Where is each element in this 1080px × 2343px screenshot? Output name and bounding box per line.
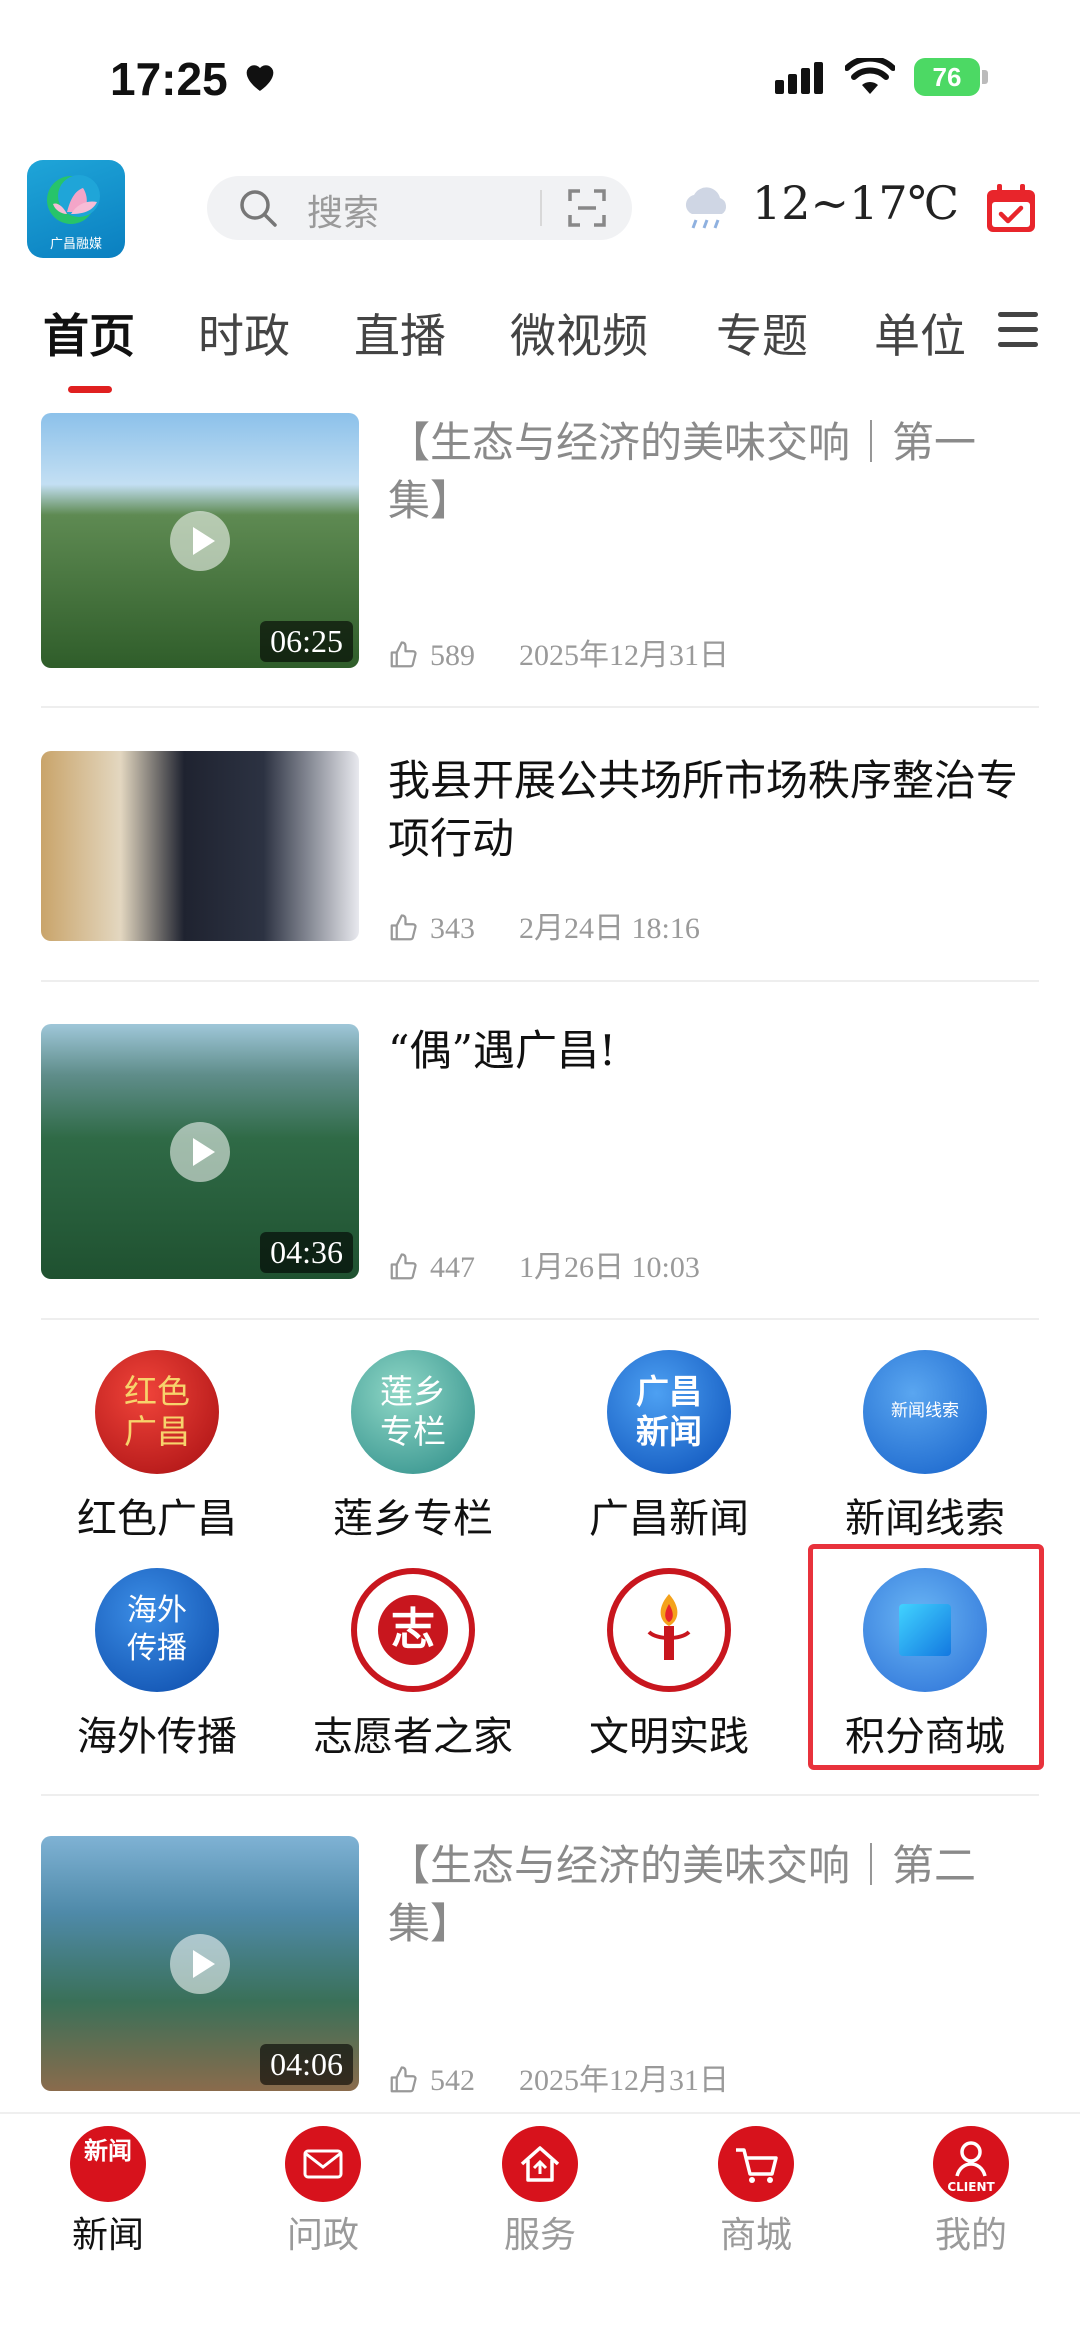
news-date: 2月24日 18:16: [519, 912, 700, 945]
person-icon: [955, 2141, 987, 2177]
news-thumbnail[interactable]: 04:36: [41, 1024, 359, 1279]
grid-label[interactable]: 文明实践: [544, 1704, 794, 1762]
rain-cloud-icon: [685, 187, 727, 229]
news-date: 2025年12月31日: [519, 639, 729, 672]
tab-micro-video[interactable]: 微视频: [510, 300, 648, 366]
divider: [41, 1318, 1039, 1320]
nav-service[interactable]: 服务: [460, 2206, 620, 2258]
play-icon: [170, 510, 230, 571]
service-icon[interactable]: [502, 2126, 578, 2202]
news-meta: 589 2025年12月31日: [388, 630, 729, 674]
news-tips-icon[interactable]: 新闻线索: [863, 1350, 987, 1474]
icon-text: 海外传播: [127, 1593, 187, 1666]
divider: [41, 1794, 1039, 1796]
torch-icon: [647, 1594, 691, 1660]
search-icon: [240, 190, 277, 227]
overseas-icon[interactable]: 海外传播: [95, 1568, 219, 1692]
news-thumbnail[interactable]: 04:06: [41, 1836, 359, 2091]
calendar-checkin-icon[interactable]: [985, 182, 1037, 234]
house-icon: [520, 2146, 560, 2182]
battery-cap: [982, 70, 988, 84]
video-duration: 04:06: [260, 2044, 353, 2085]
wifi-icon: [845, 58, 895, 94]
logo-text: 广昌融媒: [49, 237, 102, 252]
news-thumbnail[interactable]: 06:25: [41, 413, 359, 668]
grid-label[interactable]: 红色广昌: [32, 1486, 282, 1544]
battery-icon: 76: [914, 58, 980, 96]
news-date: 1月26日 10:03: [519, 1251, 700, 1284]
play-icon: [170, 1121, 230, 1182]
tab-units[interactable]: 单位: [874, 300, 966, 366]
status-time: 17:25: [110, 53, 228, 105]
like-count: 589: [430, 639, 475, 672]
tab-topics[interactable]: 专题: [716, 300, 808, 366]
cart-icon[interactable]: [718, 2126, 794, 2202]
grid-label[interactable]: 志愿者之家: [288, 1704, 538, 1762]
icon-text: 红色广昌: [124, 1372, 190, 1451]
news-meta: 343 2月24日 18:16: [388, 903, 700, 947]
nav-mine[interactable]: 我的: [891, 2206, 1051, 2258]
nav-mall[interactable]: 商城: [676, 2206, 836, 2258]
like-count: 542: [430, 2064, 475, 2097]
news-meta: 542 2025年12月31日: [388, 2055, 729, 2099]
guangchang-news-icon[interactable]: 广昌新闻: [607, 1350, 731, 1474]
like-count: 343: [430, 912, 475, 945]
red-guangchang-icon[interactable]: 红色广昌: [95, 1350, 219, 1474]
tab-live[interactable]: 直播: [354, 300, 446, 366]
news-meta: 447 1月26日 10:03: [388, 1242, 700, 1286]
icon-text: 新闻线索: [891, 1401, 959, 1421]
like-count: 447: [430, 1251, 475, 1284]
nav-news[interactable]: 新闻: [28, 2206, 188, 2258]
menu-icon[interactable]: [998, 312, 1038, 357]
grid-label[interactable]: 莲乡专栏: [288, 1486, 538, 1544]
envelope-icon: [303, 2149, 343, 2179]
divider: [41, 706, 1039, 708]
thumbs-up-icon[interactable]: [388, 913, 418, 943]
search-placeholder: 搜索: [307, 193, 380, 234]
temperature: 12~17℃: [752, 176, 960, 230]
news-title[interactable]: 我县开展公共场所市场秩序整治专项行动: [388, 752, 1038, 868]
thumbs-up-icon[interactable]: [388, 640, 418, 670]
video-duration: 04:36: [260, 1232, 353, 1273]
video-duration: 06:25: [260, 621, 353, 662]
icon-text: CLIENT: [947, 2180, 995, 2194]
grid-label[interactable]: 新闻线索: [800, 1486, 1050, 1544]
thumbs-up-icon[interactable]: [388, 2065, 418, 2095]
divider: [41, 980, 1039, 982]
user-icon[interactable]: CLIENT: [933, 2126, 1009, 2202]
news-date: 2025年12月31日: [519, 2064, 729, 2097]
grid-label[interactable]: 广昌新闻: [544, 1486, 794, 1544]
shopping-cart-icon: [736, 2148, 778, 2183]
scan-icon[interactable]: [566, 187, 608, 229]
icon-text: 志: [378, 1595, 448, 1665]
icon-text: 广昌新闻: [636, 1372, 702, 1451]
thumbs-up-icon[interactable]: [388, 1252, 418, 1282]
play-icon: [170, 1933, 230, 1994]
news-thumbnail[interactable]: [41, 751, 359, 941]
news-title[interactable]: “偶”遇广昌!: [388, 1022, 1038, 1080]
mail-icon[interactable]: [285, 2126, 361, 2202]
grid-label[interactable]: 海外传播: [32, 1704, 282, 1762]
volunteer-icon[interactable]: 志: [351, 1568, 475, 1692]
civilization-icon[interactable]: [607, 1568, 731, 1692]
tab-politics[interactable]: 时政: [198, 300, 290, 366]
nav-inquiry[interactable]: 问政: [243, 2206, 403, 2258]
icon-text: 新闻: [84, 2137, 132, 2165]
lotus-column-icon[interactable]: 莲乡专栏: [351, 1350, 475, 1474]
news-icon[interactable]: 新闻: [70, 2126, 146, 2202]
highlight-box: [808, 1544, 1044, 1770]
search-divider: [540, 190, 542, 226]
heart-icon: [246, 65, 274, 91]
tab-home[interactable]: 首页: [43, 300, 135, 366]
news-title[interactable]: 【生态与经济的美味交响｜第二集】: [388, 1837, 1038, 1953]
app-logo[interactable]: 广昌融媒: [27, 160, 125, 258]
icon-text: 莲乡专栏: [380, 1372, 446, 1451]
news-title[interactable]: 【生态与经济的美味交响｜第一集】: [388, 414, 1038, 530]
active-tab-indicator: [68, 386, 112, 393]
signal-icon: [775, 62, 827, 94]
